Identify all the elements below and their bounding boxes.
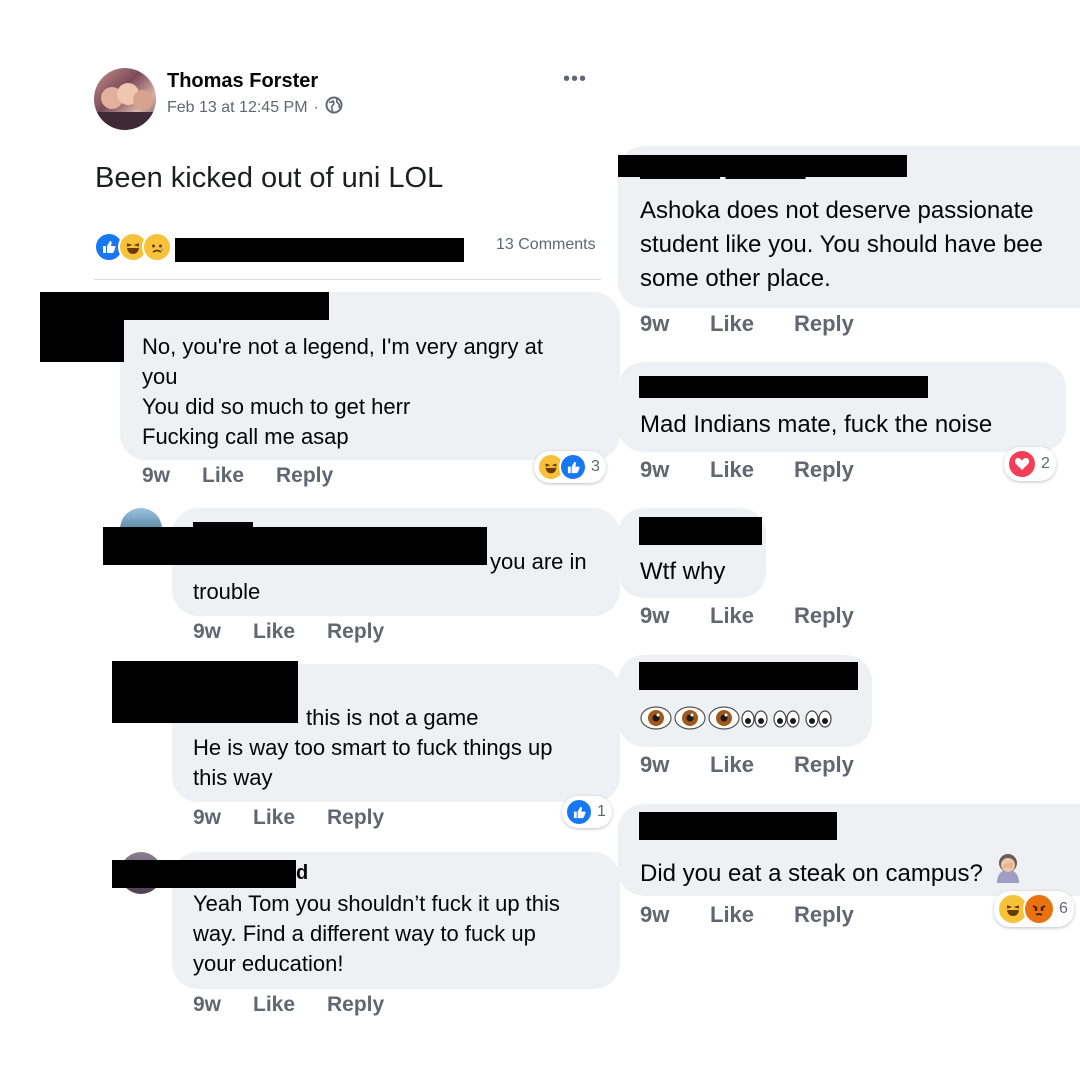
globe-icon [325, 96, 343, 119]
like-icon [565, 798, 593, 826]
author-avatar[interactable] [94, 68, 156, 130]
comment-time[interactable]: 9w [640, 457, 710, 483]
reply-button[interactable]: Reply [794, 902, 854, 928]
redacted-commenter-name [40, 292, 329, 320]
reply-button[interactable]: Reply [794, 457, 854, 483]
comment-actions: 9w Like Reply [193, 620, 384, 644]
comment-text: you are in trouble [193, 549, 587, 604]
reply-button[interactable]: Reply [276, 464, 333, 488]
like-button[interactable]: Like [710, 457, 794, 483]
comment-time[interactable]: 9w [640, 902, 710, 928]
comment-actions: 9w Like Reply [640, 902, 854, 928]
reaction-count: 1 [597, 803, 606, 820]
like-button[interactable]: Like [710, 902, 794, 928]
like-button[interactable]: Like [710, 311, 794, 337]
like-button[interactable]: Like [710, 752, 794, 778]
comment-text: this is not a game He is way too smart t… [193, 705, 553, 790]
more-options-icon[interactable]: ••• [563, 68, 587, 91]
comment-text: Mad Indians mate, fuck the noise [640, 411, 993, 438]
reply-button[interactable]: Reply [327, 993, 384, 1017]
comment-actions: 9w Like Reply [193, 993, 384, 1017]
reaction-count: 3 [591, 458, 600, 475]
comment-reactions[interactable]: 6 [994, 891, 1074, 927]
comment-time[interactable]: 9w [193, 620, 253, 644]
post-meta: Feb 13 at 12:45 PM · [167, 96, 343, 119]
comment-author-tail[interactable]: d [296, 862, 308, 885]
comment-time[interactable]: 9w [640, 752, 710, 778]
redacted-commenter-name [639, 517, 762, 545]
comment-time[interactable]: 9w [640, 311, 710, 337]
post-timestamp[interactable]: Feb 13 at 12:45 PM [167, 99, 308, 117]
comment-time[interactable]: 9w [193, 806, 253, 830]
comment-text: No, you're not a legend, I'm very angry … [142, 334, 543, 449]
like-button[interactable]: Like [253, 993, 327, 1017]
sad-icon [142, 232, 172, 262]
like-button[interactable]: Like [253, 806, 327, 830]
comment-time[interactable]: 9w [193, 993, 253, 1017]
redacted-reactors [175, 238, 464, 262]
comment-actions: 9w Like Reply [640, 457, 854, 483]
reply-button[interactable]: Reply [794, 752, 854, 778]
comment-reactions[interactable]: 3 [534, 451, 606, 483]
reply-button[interactable]: Reply [327, 806, 384, 830]
facepalm-emoji-icon [993, 853, 1023, 895]
like-button[interactable]: Like [253, 620, 327, 644]
comments-count[interactable]: 13 Comments [496, 236, 596, 254]
reply-button[interactable]: Reply [794, 603, 854, 629]
like-icon [559, 453, 587, 481]
redacted-commenter-name [639, 812, 837, 840]
post-text: Been kicked out of uni LOL [95, 162, 444, 194]
comment-time[interactable]: 9w [142, 464, 202, 488]
eyes-emoji-icon [640, 703, 842, 738]
post-reactions-summary[interactable] [94, 232, 172, 262]
reply-button[interactable]: Reply [327, 620, 384, 644]
reaction-count: 2 [1041, 455, 1050, 472]
redacted-commenter-name [639, 662, 858, 690]
comment-actions: 9w Like Reply [193, 806, 384, 830]
redacted-commenter-name [618, 155, 907, 177]
comment-text: Did you eat a steak on campus? [640, 853, 1023, 895]
redacted-commenter-name [112, 860, 296, 888]
love-icon [1007, 449, 1037, 479]
comment-text: Wtf why [640, 558, 726, 585]
comment-text: Yeah Tom you shouldn’t fuck it up this w… [193, 891, 560, 976]
comment-actions: 9w Like Reply [640, 752, 854, 778]
comment-actions: 9w Like Reply [142, 464, 333, 488]
reaction-count: 6 [1059, 900, 1068, 917]
comment-time[interactable]: 9w [640, 603, 710, 629]
like-button[interactable]: Like [710, 603, 794, 629]
meta-separator: · [313, 98, 319, 116]
like-button[interactable]: Like [202, 464, 276, 488]
post-author-name[interactable]: Thomas Forster [167, 70, 318, 93]
redacted-commenter-avatar [40, 320, 124, 362]
angry-icon [1023, 893, 1055, 925]
comment-reactions[interactable]: 1 [562, 796, 612, 828]
comment-actions: 9w Like Reply [640, 311, 854, 337]
comment-actions: 9w Like Reply [640, 603, 854, 629]
redacted-commenter-name [639, 376, 928, 398]
comment-reactions[interactable]: 2 [1004, 447, 1056, 481]
comment-text: Ashoka does not deserve passionate stude… [640, 197, 1043, 292]
post-divider [94, 279, 601, 280]
reply-button[interactable]: Reply [794, 311, 854, 337]
